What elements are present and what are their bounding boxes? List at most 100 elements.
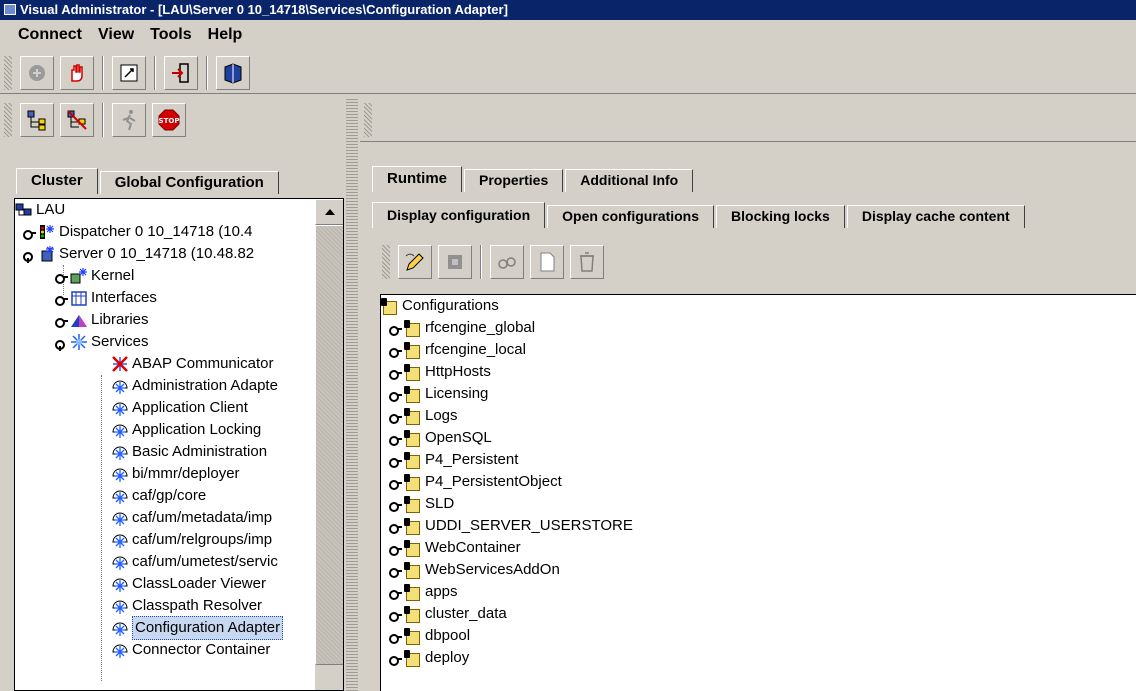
menu-tools[interactable]: Tools bbox=[150, 26, 191, 44]
config-node[interactable]: rfcengine_local bbox=[389, 339, 526, 361]
service-label: caf/um/umetest/servic bbox=[132, 553, 278, 570]
expand-toggle[interactable] bbox=[23, 226, 36, 240]
scroll-up-button[interactable] bbox=[315, 199, 343, 225]
toolbar-grip[interactable] bbox=[382, 245, 390, 279]
config-node[interactable]: Licensing bbox=[389, 383, 488, 405]
stop-button[interactable]: STOP bbox=[152, 103, 186, 137]
tree-node-interfaces[interactable]: Interfaces bbox=[55, 287, 157, 309]
tree-node-kernel[interactable]: Kernel bbox=[55, 265, 134, 287]
expand-toggle[interactable] bbox=[389, 608, 402, 622]
tab-display-configuration[interactable]: Display configuration bbox=[372, 202, 546, 228]
service-item[interactable]: ABAP Communicator bbox=[111, 353, 273, 375]
menu-view[interactable]: View bbox=[98, 26, 134, 44]
service-item[interactable]: Administration Adapte bbox=[111, 375, 278, 397]
service-item[interactable]: Application Client bbox=[111, 397, 248, 419]
split-pane-divider[interactable] bbox=[346, 98, 358, 691]
new-button[interactable] bbox=[530, 245, 564, 279]
connect-button[interactable] bbox=[20, 55, 54, 90]
service-item[interactable]: Connector Container bbox=[111, 639, 270, 661]
menu-help[interactable]: Help bbox=[208, 26, 243, 44]
config-node[interactable]: UDDI_SERVER_USERSTORE bbox=[389, 515, 633, 537]
config-node[interactable]: P4_PersistentObject bbox=[389, 471, 562, 493]
tree-scrollbar[interactable] bbox=[315, 199, 343, 690]
menu-connect[interactable]: Connect bbox=[18, 26, 82, 44]
right-toolbar bbox=[360, 98, 1136, 142]
expand-tree-button[interactable] bbox=[20, 103, 54, 137]
expand-toggle[interactable] bbox=[389, 454, 402, 468]
config-node[interactable]: WebContainer bbox=[389, 537, 521, 559]
expand-toggle[interactable] bbox=[389, 564, 402, 578]
expand-toggle[interactable] bbox=[389, 630, 402, 644]
service-item[interactable]: ClassLoader Viewer bbox=[111, 573, 266, 595]
expand-toggle[interactable] bbox=[389, 344, 402, 358]
expand-toggle[interactable] bbox=[389, 476, 402, 490]
config-root[interactable]: Configurations bbox=[381, 295, 499, 317]
tree-node-services[interactable]: Services bbox=[55, 331, 149, 353]
service-item[interactable]: bi/mmr/deployer bbox=[111, 463, 240, 485]
expand-toggle[interactable] bbox=[389, 366, 402, 380]
config-node[interactable]: apps bbox=[389, 581, 458, 603]
config-node[interactable]: SLD bbox=[389, 493, 454, 515]
config-label: cluster_data bbox=[425, 605, 507, 622]
expand-toggle[interactable] bbox=[389, 652, 402, 666]
expand-toggle[interactable] bbox=[389, 542, 402, 556]
service-icon bbox=[112, 424, 128, 438]
config-node[interactable]: rfcengine_global bbox=[389, 317, 535, 339]
refresh-button[interactable] bbox=[438, 245, 472, 279]
config-node[interactable]: deploy bbox=[389, 647, 469, 669]
tab-open-configurations[interactable]: Open configurations bbox=[547, 205, 715, 228]
tab-global-configuration[interactable]: Global Configuration bbox=[99, 171, 279, 194]
tab-display-cache-content[interactable]: Display cache content bbox=[846, 205, 1025, 228]
help-button[interactable] bbox=[216, 55, 250, 90]
admin-tools-button[interactable] bbox=[112, 55, 146, 90]
service-item[interactable]: Classpath Resolver bbox=[111, 595, 262, 617]
expand-toggle[interactable] bbox=[389, 388, 402, 402]
disconnect-button[interactable] bbox=[60, 55, 94, 90]
toolbar-grip[interactable] bbox=[4, 55, 12, 90]
expand-toggle[interactable] bbox=[55, 270, 68, 284]
config-node[interactable]: cluster_data bbox=[389, 603, 507, 625]
tab-properties[interactable]: Properties bbox=[464, 169, 564, 192]
tree-node-server[interactable]: Server 0 10_14718 (10.48.82 bbox=[23, 243, 254, 265]
toolbar-grip[interactable] bbox=[4, 103, 12, 137]
expand-toggle[interactable] bbox=[389, 322, 402, 336]
config-node[interactable]: P4_Persistent bbox=[389, 449, 518, 471]
tab-runtime[interactable]: Runtime bbox=[372, 166, 462, 192]
service-item[interactable]: caf/um/metadata/imp bbox=[111, 507, 272, 529]
tab-blocking-locks[interactable]: Blocking locks bbox=[716, 205, 845, 228]
collapse-toggle[interactable] bbox=[55, 336, 67, 351]
collapse-toggle[interactable] bbox=[23, 248, 35, 263]
config-node[interactable]: HttpHosts bbox=[389, 361, 491, 383]
toolbar-separator bbox=[480, 245, 482, 279]
tab-additional-info[interactable]: Additional Info bbox=[565, 169, 694, 192]
tree-node-libraries[interactable]: Libraries bbox=[55, 309, 149, 331]
service-item-selected[interactable]: Configuration Adapter bbox=[111, 616, 284, 640]
service-item[interactable]: caf/um/umetest/servic bbox=[111, 551, 278, 573]
collapse-tree-button[interactable] bbox=[60, 103, 94, 137]
service-item[interactable]: Basic Administration bbox=[111, 441, 267, 463]
expand-toggle[interactable] bbox=[389, 520, 402, 534]
edit-mode-button[interactable] bbox=[398, 245, 432, 279]
expand-toggle[interactable] bbox=[389, 432, 402, 446]
config-node[interactable]: OpenSQL bbox=[389, 427, 492, 449]
tree-node-root[interactable]: LAU bbox=[15, 199, 65, 221]
exit-button[interactable] bbox=[164, 55, 198, 90]
config-node[interactable]: WebServicesAddOn bbox=[389, 559, 560, 581]
expand-toggle[interactable] bbox=[389, 410, 402, 424]
tree-node-dispatcher[interactable]: Dispatcher 0 10_14718 (10.4 bbox=[23, 221, 252, 243]
start-button[interactable] bbox=[112, 103, 146, 137]
view-button[interactable] bbox=[490, 245, 524, 279]
expand-toggle[interactable] bbox=[55, 314, 68, 328]
service-item[interactable]: caf/um/relgroups/imp bbox=[111, 529, 272, 551]
delete-button[interactable] bbox=[570, 245, 604, 279]
service-item[interactable]: caf/gp/core bbox=[111, 485, 206, 507]
service-item[interactable]: Application Locking bbox=[111, 419, 261, 441]
expand-toggle[interactable] bbox=[389, 498, 402, 512]
config-node[interactable]: Logs bbox=[389, 405, 458, 427]
tab-cluster[interactable]: Cluster bbox=[16, 168, 98, 194]
expand-toggle[interactable] bbox=[389, 586, 402, 600]
toolbar-grip[interactable] bbox=[364, 102, 372, 137]
scroll-thumb[interactable] bbox=[315, 225, 343, 665]
config-node[interactable]: dbpool bbox=[389, 625, 470, 647]
expand-toggle[interactable] bbox=[55, 292, 68, 306]
